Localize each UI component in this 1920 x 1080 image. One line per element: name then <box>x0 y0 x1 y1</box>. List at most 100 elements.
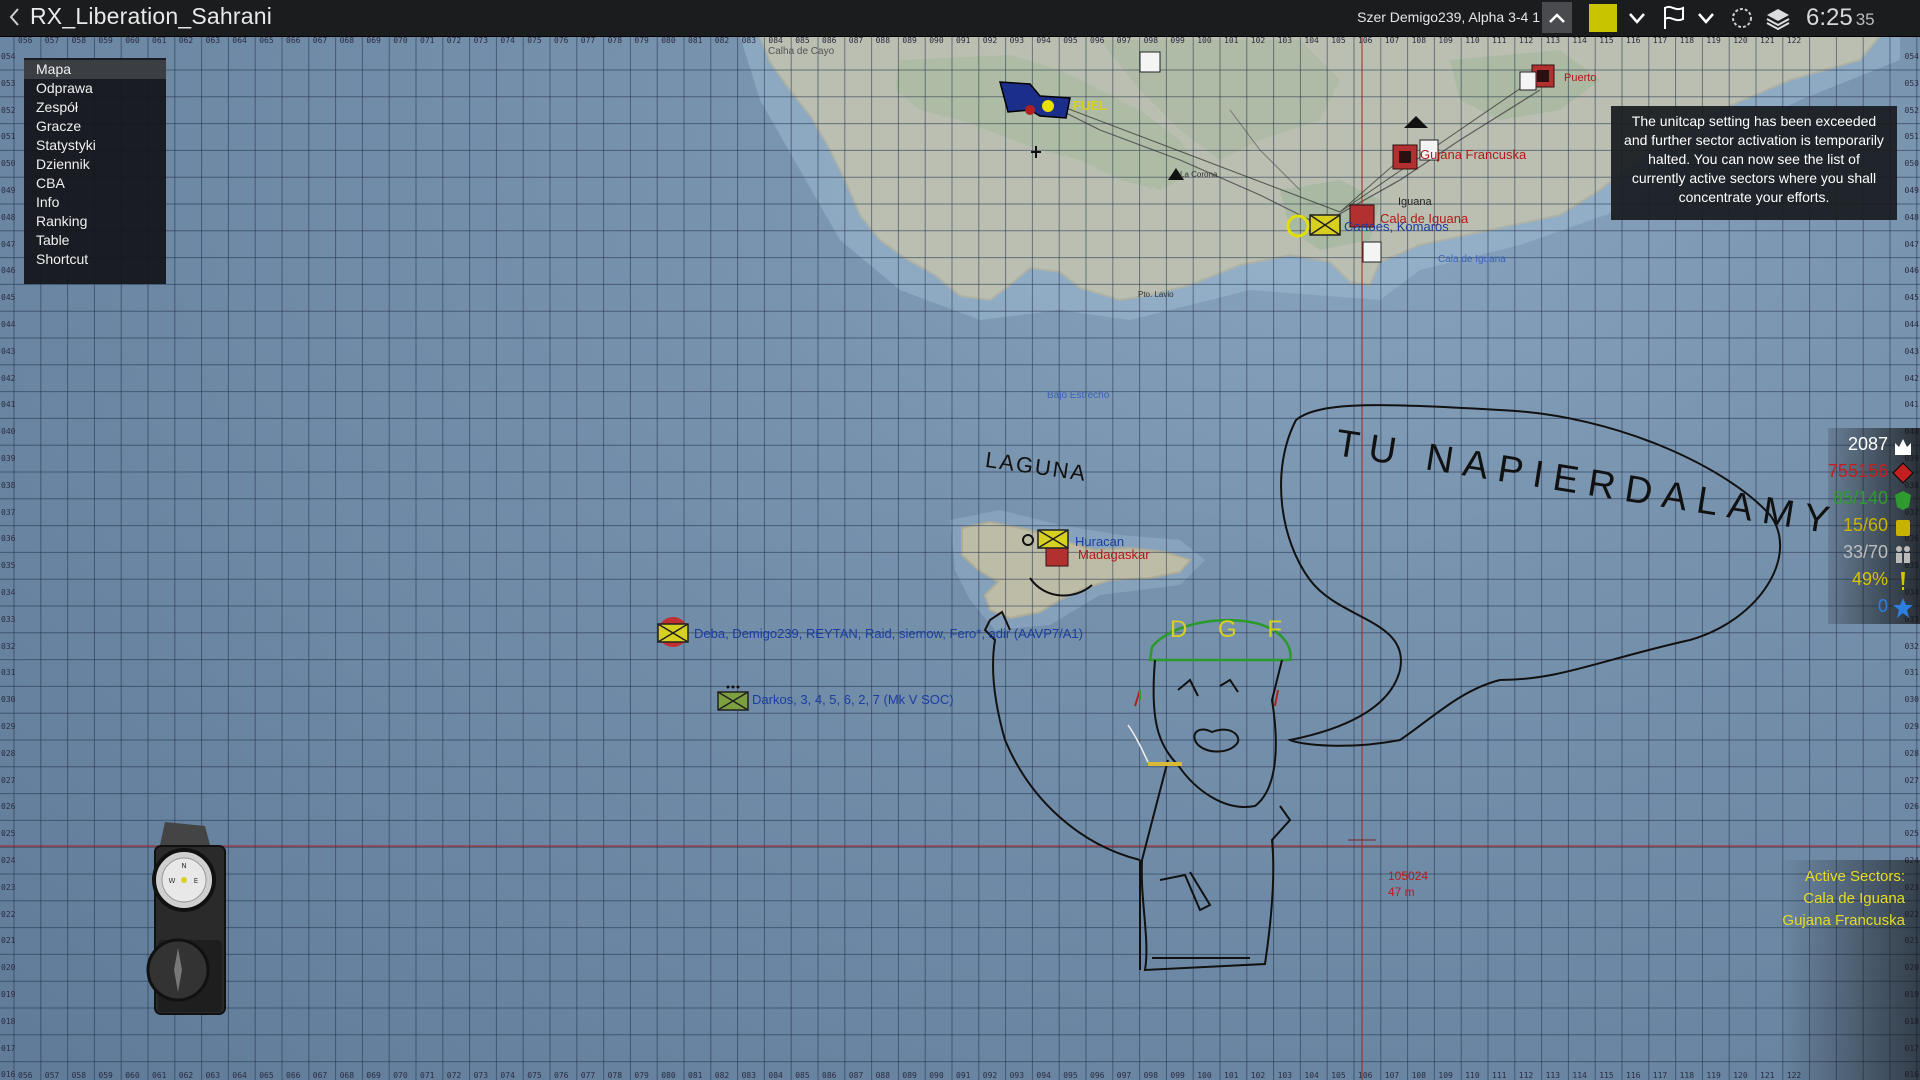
menu-item-ranking[interactable]: Ranking <box>24 212 166 231</box>
grid-row-label: 029 <box>1904 722 1919 731</box>
menu-item-cba[interactable]: CBA <box>24 174 166 193</box>
fuel-icon <box>1896 520 1910 536</box>
grid-col-label: 087 <box>848 1071 864 1080</box>
grid-col-label: 062 <box>178 1071 194 1080</box>
grid-col-label: 107 <box>1384 1071 1400 1080</box>
gps-button[interactable] <box>1728 2 1756 33</box>
grid-row-label: 043 <box>1 346 16 356</box>
grid-col-label: 063 <box>205 1071 221 1080</box>
collapse-button[interactable] <box>1542 2 1572 33</box>
grid-col-label: 070 <box>393 1071 408 1080</box>
grid-row-label: 046 <box>1904 266 1919 276</box>
grid-col-label: 070 <box>393 36 408 45</box>
marker-color-button[interactable] <box>1588 2 1618 33</box>
grid-col-label: 110 <box>1465 1071 1480 1080</box>
grid-col-label: 064 <box>232 1071 247 1080</box>
grid-col-label: 098 <box>1143 36 1159 45</box>
grid-row-label: 051 <box>1 132 16 142</box>
grid-row-label: 025 <box>1 829 16 839</box>
menu-item-shortcut[interactable]: Shortcut <box>24 250 166 269</box>
menu-item-gracze[interactable]: Gracze <box>24 117 166 136</box>
units-icon <box>1896 546 1910 563</box>
menu-item-odprawa[interactable]: Odprawa <box>24 79 166 98</box>
stat-value: 85/140 <box>1832 488 1888 508</box>
clock-time: 6:25 <box>1806 4 1853 31</box>
stat-value: 49% <box>1851 569 1888 589</box>
grid-row-label: 036 <box>1 534 16 544</box>
grid-row-label: 024 <box>1 856 16 865</box>
grid-row-label: 042 <box>1904 373 1919 383</box>
grid-col-label: 111 <box>1492 36 1507 45</box>
grid-row-label: 048 <box>1904 212 1919 222</box>
grid-col-label: 069 <box>366 1071 381 1080</box>
back-arrow-icon[interactable] <box>8 6 22 28</box>
grid-row-label: 052 <box>1904 105 1919 115</box>
active-sector-item: Gujana Francuska <box>1782 912 1905 929</box>
grid-col-label: 113 <box>1545 1071 1561 1080</box>
grid-col-label: 076 <box>554 36 569 45</box>
grid-col-label: 108 <box>1411 1071 1427 1080</box>
grid-col-label: 095 <box>1063 1071 1078 1080</box>
grid-col-label: 118 <box>1679 1071 1695 1080</box>
grid-col-label: 061 <box>152 36 167 45</box>
grid-col-label: 092 <box>982 36 998 45</box>
color-dropdown-button[interactable] <box>1622 2 1652 33</box>
flag-icon <box>1664 5 1684 29</box>
grid-col-label: 086 <box>822 36 837 45</box>
grid-row-label: 044 <box>1904 320 1919 329</box>
chevron-down-icon <box>1629 12 1645 24</box>
grid-row-label: 051 <box>1904 132 1919 142</box>
clock: 6:25 35 <box>1806 4 1875 32</box>
grid-row-label: 045 <box>1 293 16 303</box>
grid-col-label: 091 <box>956 1071 971 1080</box>
grid-col-label: 119 <box>1706 1071 1721 1080</box>
player-info: Szer Demigo239, Alpha 3-4 1 <box>1357 9 1540 25</box>
grid-col-label: 084 <box>768 36 783 45</box>
grid-col-label: 093 <box>1009 1071 1025 1080</box>
marker-type-button[interactable] <box>1658 2 1688 33</box>
layers-button[interactable] <box>1764 2 1792 33</box>
top-bar: RX_Liberation_Sahrani Szer Demigo239, Al… <box>0 0 1920 37</box>
grid-col-label: 092 <box>982 1071 998 1080</box>
menu-item-table[interactable]: Table <box>24 231 166 250</box>
grid-col-label: 072 <box>446 36 462 45</box>
map-menu: Mapa Odprawa Zespół Gracze Statystyki Dzienni… <box>24 58 166 284</box>
grid-col-label: 083 <box>741 36 757 45</box>
clock-seconds: 35 <box>1855 10 1875 29</box>
grid-col-label: 077 <box>580 36 596 45</box>
marker-dropdown-button[interactable] <box>1694 2 1718 33</box>
grid-row-label: 017 <box>1 1043 16 1053</box>
grid-col-label: 090 <box>929 36 944 45</box>
grid-row-label: 018 <box>1 1016 16 1026</box>
grid-row-label: 041 <box>1904 400 1919 410</box>
active-sectors-heading: Active Sectors: <box>1804 868 1905 885</box>
menu-item-dziennik[interactable]: Dziennik <box>24 155 166 174</box>
grid-col-label: 060 <box>125 1071 140 1080</box>
grid-row-label: 053 <box>1 78 16 88</box>
grid-row-label: 023 <box>1 882 16 892</box>
grid-row-label: 031 <box>1 668 16 678</box>
menu-item-info[interactable]: Info <box>24 193 166 212</box>
grid-col-label: 097 <box>1116 36 1132 45</box>
grid-col-label: 103 <box>1277 1071 1293 1080</box>
grid-col-label: 120 <box>1733 36 1748 45</box>
grid-col-label: 067 <box>312 1071 328 1080</box>
active-sector-item: Cala de Iguana <box>1803 890 1905 907</box>
grid-col-label: 122 <box>1786 36 1802 45</box>
grid-row-label: 049 <box>1904 186 1919 195</box>
grid-col-label: 083 <box>741 1071 757 1080</box>
grid-row-label: 050 <box>1904 159 1919 169</box>
stat-value: 33/70 <box>1842 542 1888 562</box>
grid-col-label: 088 <box>875 36 891 45</box>
grid-row-label: 028 <box>1904 748 1919 758</box>
grid-col-label: 074 <box>500 1071 515 1080</box>
grid-row-label: 025 <box>1904 829 1919 839</box>
grid-col-label: 058 <box>71 36 87 45</box>
grid-col-label: 076 <box>554 1071 569 1080</box>
grid-col-label: 059 <box>98 1071 113 1080</box>
menu-item-statystyki[interactable]: Statystyki <box>24 136 166 155</box>
stat-value: 0 <box>1877 596 1888 616</box>
menu-item-mapa[interactable]: Mapa <box>24 60 166 79</box>
grid-row-label: 054 <box>1 52 16 61</box>
menu-item-zespół[interactable]: Zespół <box>24 98 166 117</box>
